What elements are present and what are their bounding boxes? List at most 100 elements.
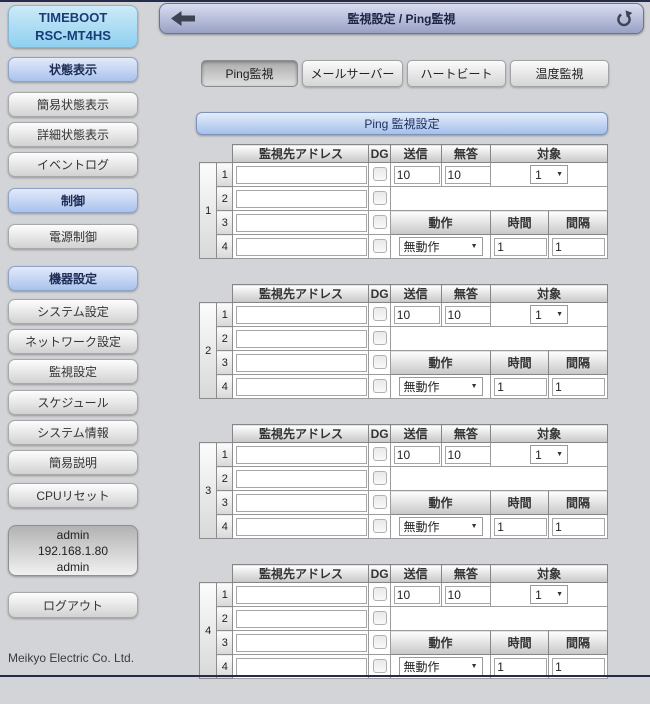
- action-select[interactable]: 無動作 ▼: [399, 517, 483, 536]
- address-input[interactable]: [236, 586, 367, 604]
- sidebar-item-power-control[interactable]: 電源制御: [8, 224, 138, 249]
- time-input[interactable]: [494, 518, 547, 536]
- row-number-cell: 1: [217, 303, 233, 327]
- action-select[interactable]: 無動作 ▼: [399, 657, 483, 676]
- time-input[interactable]: [494, 238, 547, 256]
- no-answer-count-input[interactable]: [445, 166, 491, 184]
- dg-checkbox[interactable]: [373, 331, 387, 345]
- address-input[interactable]: [236, 658, 367, 676]
- time-input[interactable]: [494, 658, 547, 676]
- sidebar-item-simple-status[interactable]: 簡易状態表示: [8, 92, 138, 117]
- interval-input[interactable]: [552, 378, 605, 396]
- tab-mail-server[interactable]: メールサーバー: [302, 60, 403, 87]
- sidebar-nav: 状態表示簡易状態表示詳細状態表示イベントログ制御電源制御機器設定システム設定ネッ…: [8, 57, 138, 508]
- back-icon[interactable]: [171, 11, 195, 26]
- interval-input[interactable]: [552, 238, 605, 256]
- address-input[interactable]: [236, 190, 367, 208]
- row-number-cell: 1: [217, 163, 233, 187]
- address-input[interactable]: [236, 446, 367, 464]
- dg-checkbox[interactable]: [373, 355, 387, 369]
- tab-temperature-monitor[interactable]: 温度監視: [510, 60, 609, 87]
- ping-monitor-table: 監視先アドレス DG 送信 無答 対象 3 1 1 ▼: [199, 424, 608, 539]
- dg-checkbox[interactable]: [373, 447, 387, 461]
- col-header-action: 動作: [390, 491, 490, 515]
- sidebar-item-detailed-status[interactable]: 詳細状態表示: [8, 122, 138, 147]
- dg-checkbox[interactable]: [373, 611, 387, 625]
- sidebar-item-cpu-reset[interactable]: CPUリセット: [8, 483, 138, 508]
- no-answer-count-input[interactable]: [445, 586, 491, 604]
- logout-button[interactable]: ログアウト: [8, 592, 138, 618]
- col-header-time: 時間: [491, 211, 549, 235]
- group-number-cell: 3: [200, 443, 217, 539]
- sidebar-item-event-log[interactable]: イベントログ: [8, 152, 138, 177]
- address-input[interactable]: [236, 378, 367, 396]
- target-select[interactable]: 1 ▼: [530, 305, 568, 324]
- dg-checkbox[interactable]: [373, 495, 387, 509]
- dg-checkbox[interactable]: [373, 307, 387, 321]
- address-input[interactable]: [236, 238, 367, 256]
- address-input[interactable]: [236, 518, 367, 536]
- col-header-interval: 間隔: [549, 211, 608, 235]
- row-number-cell: 3: [217, 351, 233, 375]
- sidebar-item-control[interactable]: 制御: [8, 188, 138, 213]
- row-number-cell: 2: [217, 467, 233, 491]
- address-input[interactable]: [236, 166, 367, 184]
- dg-checkbox[interactable]: [373, 659, 387, 673]
- dg-checkbox[interactable]: [373, 191, 387, 205]
- sidebar-item-simple-manual[interactable]: 簡易説明: [8, 450, 138, 475]
- sidebar-item-network-config[interactable]: ネットワーク設定: [8, 329, 138, 354]
- dg-checkbox[interactable]: [373, 215, 387, 229]
- device-model-line2: RSC-MT4HS: [35, 27, 111, 45]
- sidebar-item-status-display[interactable]: 状態表示: [8, 57, 138, 82]
- tab-ping-monitor[interactable]: Ping監視: [201, 60, 298, 87]
- time-input[interactable]: [494, 378, 547, 396]
- col-header-no-answer: 無答: [441, 565, 491, 583]
- address-input[interactable]: [236, 214, 367, 232]
- dg-checkbox[interactable]: [373, 519, 387, 533]
- interval-input[interactable]: [552, 518, 605, 536]
- col-header-target: 対象: [491, 285, 608, 303]
- interval-input[interactable]: [552, 658, 605, 676]
- send-count-input[interactable]: [394, 446, 440, 464]
- tab-heartbeat[interactable]: ハートビート: [407, 60, 506, 87]
- action-select-value: 無動作: [404, 378, 440, 395]
- dg-checkbox[interactable]: [373, 167, 387, 181]
- address-input[interactable]: [236, 354, 367, 372]
- row-number-cell: 3: [217, 491, 233, 515]
- sidebar-item-device-config[interactable]: 機器設定: [8, 266, 138, 291]
- no-answer-count-input[interactable]: [445, 446, 491, 464]
- dg-checkbox[interactable]: [373, 239, 387, 253]
- dg-checkbox[interactable]: [373, 587, 387, 601]
- address-input[interactable]: [236, 330, 367, 348]
- address-input[interactable]: [236, 610, 367, 628]
- refresh-icon[interactable]: [615, 10, 633, 28]
- address-input[interactable]: [236, 634, 367, 652]
- target-select[interactable]: 1 ▼: [530, 445, 568, 464]
- row-number-cell: 3: [217, 211, 233, 235]
- row-number-cell: 3: [217, 631, 233, 655]
- device-logo-button[interactable]: TIMEBOOT RSC-MT4HS: [8, 5, 138, 48]
- dg-checkbox[interactable]: [373, 379, 387, 393]
- dg-checkbox[interactable]: [373, 471, 387, 485]
- sidebar: TIMEBOOT RSC-MT4HS 状態表示簡易状態表示詳細状態表示イベントロ…: [8, 5, 138, 665]
- address-input[interactable]: [236, 306, 367, 324]
- address-input[interactable]: [236, 494, 367, 512]
- col-header-target: 対象: [491, 145, 608, 163]
- chevron-down-icon: ▼: [471, 243, 478, 250]
- dg-checkbox[interactable]: [373, 635, 387, 649]
- target-select[interactable]: 1 ▼: [530, 165, 568, 184]
- target-select-value: 1: [535, 588, 542, 602]
- send-count-input[interactable]: [394, 586, 440, 604]
- sidebar-item-system-info[interactable]: システム情報: [8, 420, 138, 445]
- address-input[interactable]: [236, 470, 367, 488]
- ping-monitor-group-3: 監視先アドレス DG 送信 無答 対象 3 1 1 ▼: [199, 424, 608, 539]
- target-select[interactable]: 1 ▼: [530, 585, 568, 604]
- sidebar-item-system-config[interactable]: システム設定: [8, 299, 138, 324]
- action-select[interactable]: 無動作 ▼: [399, 377, 483, 396]
- sidebar-item-monitor-config[interactable]: 監視設定: [8, 359, 138, 384]
- no-answer-count-input[interactable]: [445, 306, 491, 324]
- sidebar-item-schedule[interactable]: スケジュール: [8, 390, 138, 415]
- send-count-input[interactable]: [394, 306, 440, 324]
- send-count-input[interactable]: [394, 166, 440, 184]
- action-select[interactable]: 無動作 ▼: [399, 237, 483, 256]
